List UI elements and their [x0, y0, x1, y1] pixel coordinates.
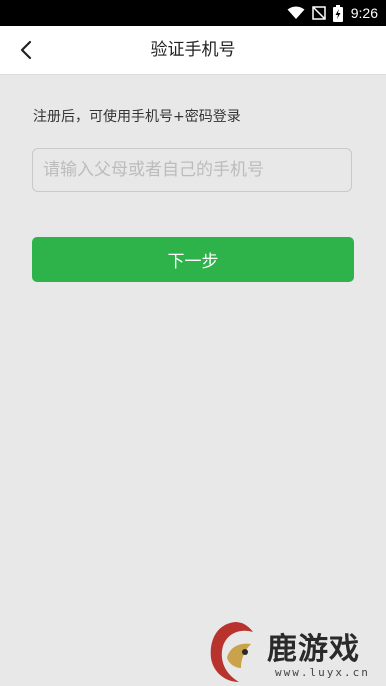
status-icons: 9:26 [287, 4, 378, 22]
chevron-left-icon [20, 40, 32, 60]
watermark-brand: 鹿游戏 [267, 632, 360, 667]
wifi-icon [287, 6, 305, 20]
watermark-url: www.luyx.cn [275, 666, 370, 679]
register-hint: 注册后，可使用手机号+密码登录 [33, 109, 241, 125]
battery-charging-icon [332, 4, 343, 22]
no-signal-icon [311, 5, 327, 21]
page-title: 验证手机号 [150, 40, 236, 60]
watermark: 鹿游戏 www.luyx.cn [205, 618, 386, 686]
next-step-button[interactable]: 下一步 [32, 237, 354, 282]
status-bar: 9:26 [0, 0, 386, 26]
deer-logo-icon [205, 618, 267, 686]
status-time: 9:26 [350, 5, 378, 21]
app-bar: 验证手机号 [0, 26, 386, 75]
phone-input[interactable] [32, 148, 352, 192]
back-button[interactable] [6, 26, 46, 74]
